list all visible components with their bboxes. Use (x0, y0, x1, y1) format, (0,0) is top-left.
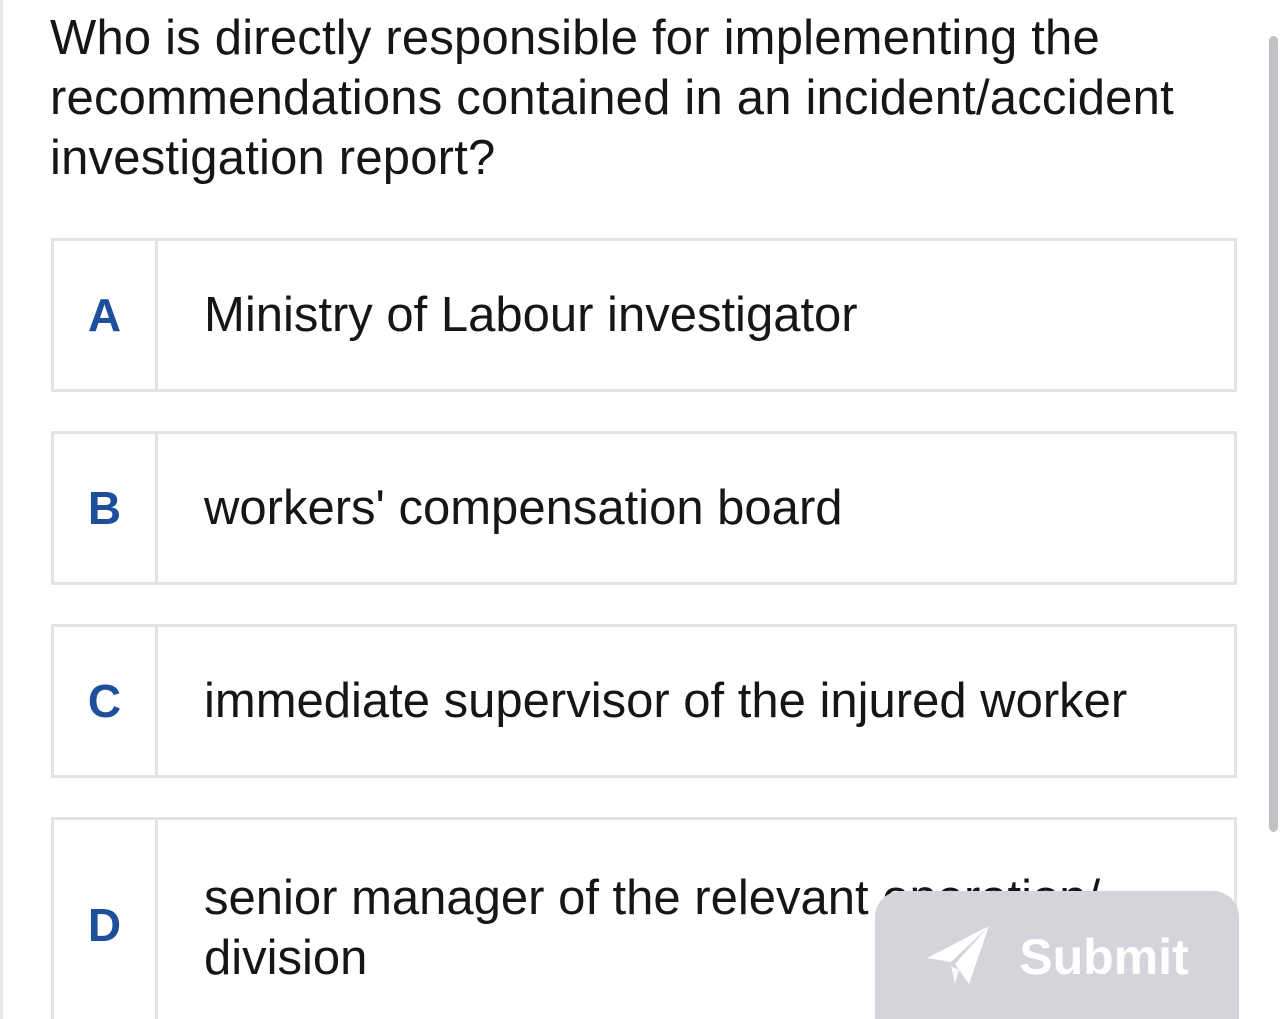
option-letter: C (54, 627, 158, 775)
scrollbar[interactable] (1269, 36, 1278, 832)
option-text: immediate supervisor of the injured work… (204, 674, 1128, 728)
option-b[interactable]: B workers' compensation board (51, 431, 1237, 585)
question-text: Who is directly responsible for implemen… (50, 11, 1174, 185)
option-letter: D (54, 820, 158, 1019)
option-a[interactable]: A Ministry of Labour investigator (51, 238, 1237, 392)
submit-label: Submit (1019, 928, 1189, 985)
option-c[interactable]: C immediate supervisor of the injured wo… (51, 624, 1237, 778)
option-letter: B (54, 434, 158, 582)
option-text: workers' compensation board (204, 481, 843, 535)
option-letter: A (54, 241, 158, 389)
send-icon (927, 925, 990, 984)
submit-button[interactable]: Submit (875, 891, 1239, 1019)
quiz-page: Who is directly responsible for implemen… (0, 0, 1284, 1019)
option-text: Ministry of Labour investigator (204, 288, 858, 342)
